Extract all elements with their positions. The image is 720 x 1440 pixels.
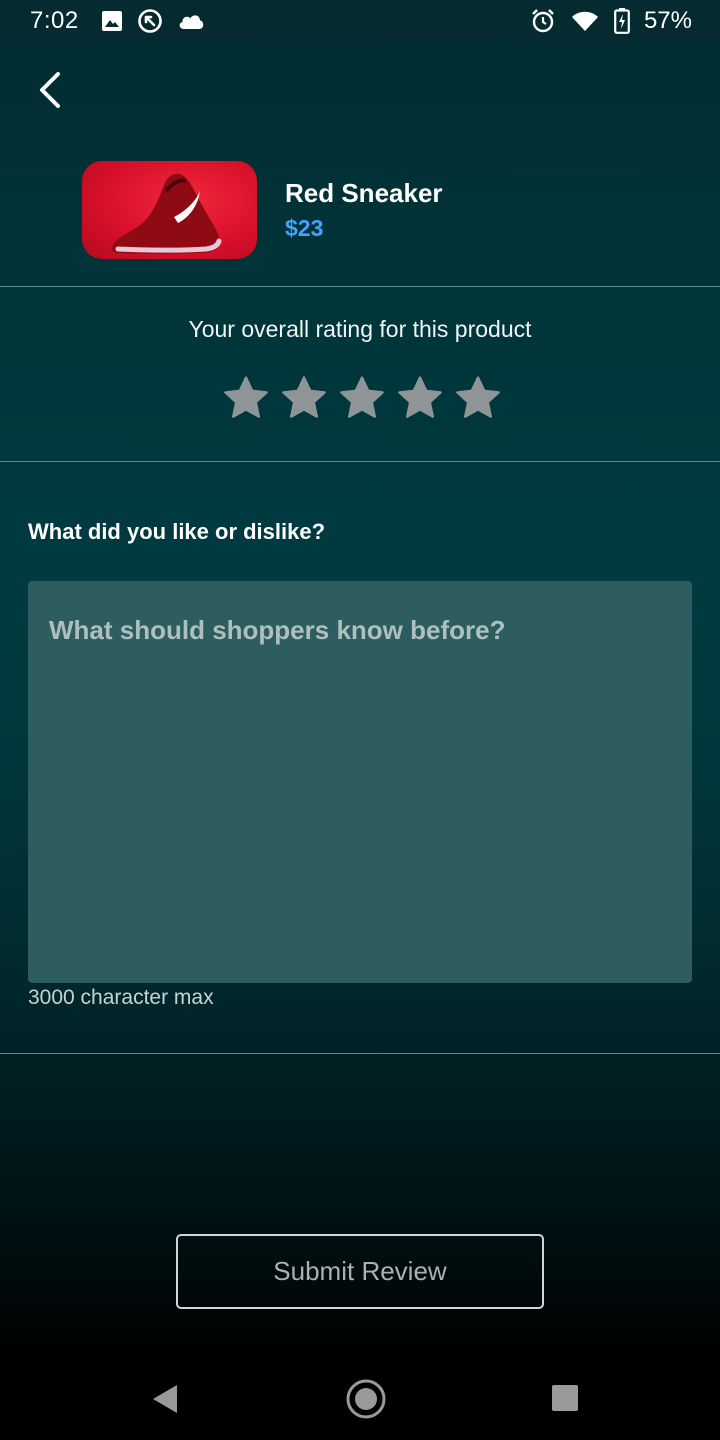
back-button[interactable] [28, 66, 72, 114]
star-rating [222, 374, 502, 424]
character-limit-note: 3000 character max [28, 986, 214, 1009]
chevron-left-icon [40, 72, 60, 108]
nav-home-button[interactable] [345, 1378, 387, 1420]
nav-back-button[interactable] [148, 1382, 182, 1416]
submit-review-button[interactable]: Submit Review [176, 1234, 544, 1309]
product-price: $23 [285, 215, 324, 241]
home-circle-icon [346, 1379, 386, 1419]
image-icon [101, 10, 123, 32]
battery-percent: 57% [643, 7, 692, 34]
divider [0, 461, 720, 462]
battery-charging-icon [614, 8, 630, 34]
navigation-bar [0, 1352, 720, 1440]
product-image [82, 161, 257, 259]
recents-square-icon [552, 1385, 578, 1411]
review-screen: 7:02 57% Red Sneaker $23 Your overall ra… [0, 0, 720, 1440]
status-icons-right: 57% [530, 7, 692, 35]
cloud-icon [177, 12, 205, 30]
star-5-icon[interactable] [454, 374, 502, 422]
sneaker-illustration [111, 173, 222, 254]
divider [0, 286, 720, 287]
status-icons-left [101, 8, 205, 34]
status-bar: 7:02 57% [0, 0, 720, 42]
star-4-icon[interactable] [396, 374, 444, 422]
nav-recents-button[interactable] [551, 1384, 579, 1412]
rating-label: Your overall rating for this product [188, 316, 532, 342]
sync-icon [137, 8, 163, 34]
divider [0, 1053, 720, 1054]
product-name: Red Sneaker [285, 178, 443, 208]
review-question: What did you like or dislike? [28, 519, 326, 544]
status-time: 7:02 [30, 7, 79, 34]
back-triangle-icon [153, 1385, 177, 1413]
star-1-icon[interactable] [222, 374, 270, 422]
star-2-icon[interactable] [280, 374, 328, 422]
star-3-icon[interactable] [338, 374, 386, 422]
review-textarea[interactable] [28, 581, 692, 983]
alarm-icon [530, 8, 556, 34]
wifi-icon [570, 10, 600, 32]
